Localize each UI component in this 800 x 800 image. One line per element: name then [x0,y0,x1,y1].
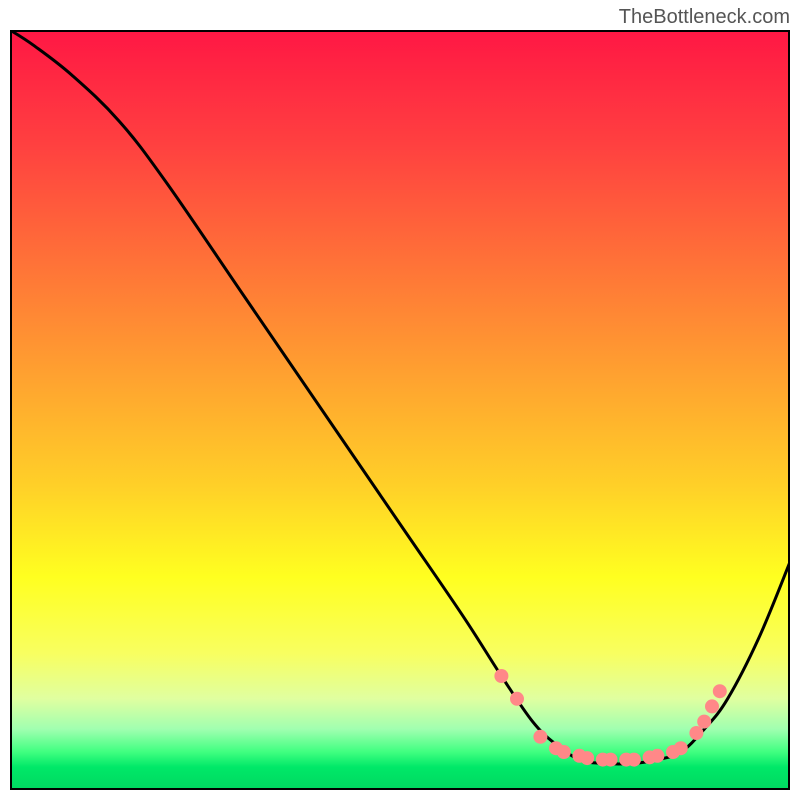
data-point [604,753,618,767]
chart-container [10,30,790,790]
watermark-text: TheBottleneck.com [619,6,790,29]
data-points [10,30,790,790]
data-point [580,751,594,765]
data-point [713,684,727,698]
data-point [650,749,664,763]
data-point [627,753,641,767]
data-point [557,745,571,759]
data-point [689,726,703,740]
data-point [494,669,508,683]
data-point [705,699,719,713]
data-point [510,692,524,706]
data-point [533,730,547,744]
data-point [674,741,688,755]
data-point [697,715,711,729]
